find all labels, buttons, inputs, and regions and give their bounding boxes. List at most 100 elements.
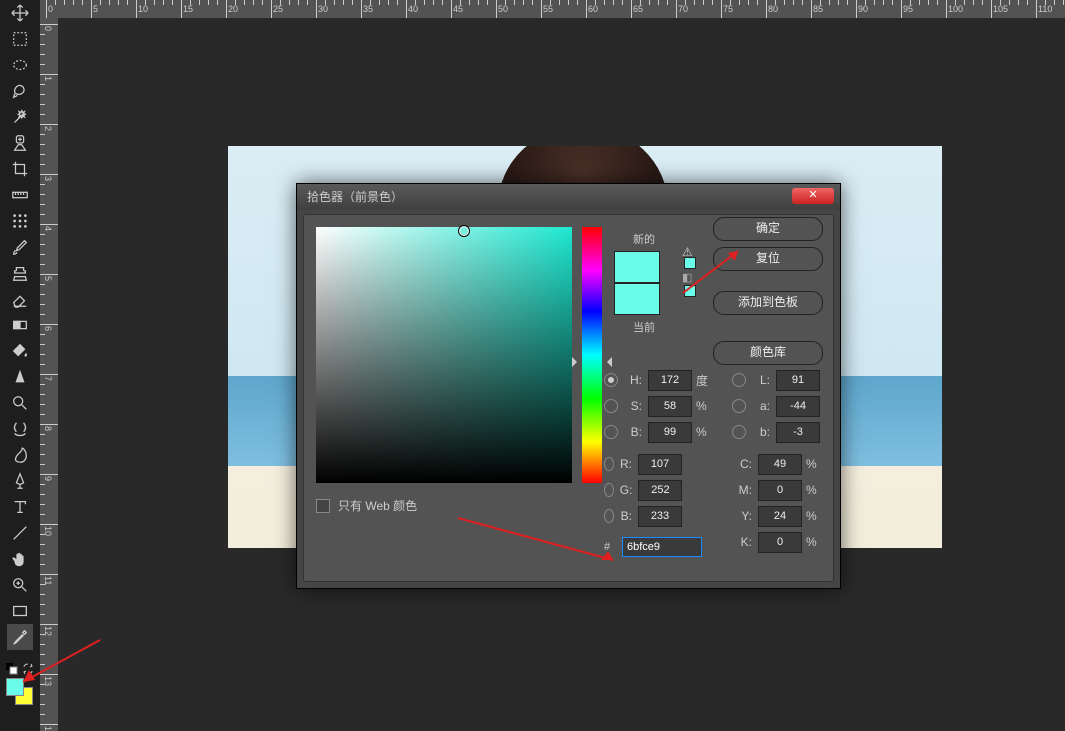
- unit-c: %: [806, 457, 824, 471]
- input-l[interactable]: [776, 370, 820, 391]
- label-b-hsb: B:: [624, 425, 642, 439]
- zoom-tool[interactable]: [7, 572, 33, 598]
- label-r: R:: [620, 457, 632, 471]
- unit-k: %: [806, 535, 824, 549]
- web-only-checkbox[interactable]: [316, 499, 330, 513]
- input-r[interactable]: [638, 454, 682, 475]
- radio-a[interactable]: [732, 399, 746, 413]
- radio-g[interactable]: [604, 483, 614, 497]
- label-a: a:: [752, 399, 770, 413]
- radio-h[interactable]: [604, 373, 618, 387]
- ruler-tool[interactable]: [7, 182, 33, 208]
- gamut-clip-swatch[interactable]: [684, 257, 696, 269]
- current-label: 当前: [614, 319, 674, 335]
- gradient-tool[interactable]: [7, 312, 33, 338]
- color-picker-dialog: 拾色器（前景色） ✕ 新的 当前 ⚠ ◧: [296, 183, 841, 589]
- ellipse-marquee-tool[interactable]: [7, 52, 33, 78]
- input-b-lab[interactable]: [776, 422, 820, 443]
- swatch-reset-row[interactable]: [6, 663, 38, 675]
- crop-tool[interactable]: [7, 156, 33, 182]
- input-b-hsb[interactable]: [648, 422, 692, 443]
- type-tool[interactable]: [7, 494, 33, 520]
- input-a[interactable]: [776, 396, 820, 417]
- pattern-stamp-tool[interactable]: [7, 208, 33, 234]
- rect-marquee-tool[interactable]: [7, 26, 33, 52]
- close-button[interactable]: ✕: [792, 188, 834, 204]
- hue-slider[interactable]: [582, 227, 602, 483]
- websafe-warning-icon[interactable]: ◧: [682, 271, 692, 284]
- new-color-swatch: [614, 251, 660, 283]
- web-only-row[interactable]: 只有 Web 颜色: [316, 497, 417, 514]
- hand-tool[interactable]: [7, 546, 33, 572]
- input-h[interactable]: [648, 370, 692, 391]
- tool-sidebar: [0, 0, 40, 731]
- label-s: S:: [624, 399, 642, 413]
- color-fields: H:度 L: S:% a: B:% b: R: C:%: [604, 367, 824, 555]
- vertical-ruler: 01234567891011121314: [40, 18, 59, 731]
- rectangle-tool[interactable]: [7, 598, 33, 624]
- label-k: K:: [734, 535, 752, 549]
- line-tool[interactable]: [7, 520, 33, 546]
- unit-y: %: [806, 509, 824, 523]
- dialog-title: 拾色器（前景色）: [307, 190, 403, 204]
- canvas-stage: 拾色器（前景色） ✕ 新的 当前 ⚠ ◧: [58, 18, 1065, 731]
- magic-wand-tool[interactable]: [7, 104, 33, 130]
- radio-b-lab[interactable]: [732, 425, 746, 439]
- smudge-tool[interactable]: [7, 442, 33, 468]
- dialog-titlebar[interactable]: 拾色器（前景色） ✕: [297, 184, 840, 210]
- label-b-rgb: B:: [620, 509, 632, 523]
- ok-button[interactable]: 确定: [713, 217, 823, 241]
- label-g: G:: [620, 483, 633, 497]
- brush-tool[interactable]: [7, 234, 33, 260]
- input-g[interactable]: [638, 480, 682, 501]
- label-c: C:: [734, 457, 752, 471]
- sharpen-tool[interactable]: [7, 364, 33, 390]
- sv-color-field[interactable]: [316, 227, 572, 483]
- clone-stamp-tool[interactable]: [7, 260, 33, 286]
- current-color-swatch[interactable]: [614, 283, 660, 315]
- radio-r[interactable]: [604, 457, 614, 471]
- input-y[interactable]: [758, 506, 802, 527]
- input-b-rgb[interactable]: [638, 506, 682, 527]
- input-s[interactable]: [648, 396, 692, 417]
- unit-h: 度: [696, 372, 714, 389]
- new-current-preview: 新的 当前: [614, 227, 674, 339]
- healing-brush-tool[interactable]: [7, 130, 33, 156]
- unit-s: %: [696, 399, 714, 413]
- hue-handle-left-icon: [572, 357, 582, 367]
- default-colors-icon[interactable]: [6, 663, 18, 675]
- swap-colors-icon[interactable]: [22, 663, 34, 675]
- eyedropper-tool[interactable]: [7, 624, 33, 650]
- lasso-tool[interactable]: [7, 78, 33, 104]
- dodge-tool[interactable]: [7, 390, 33, 416]
- color-swatches[interactable]: [6, 678, 36, 708]
- horizontal-ruler: 0510152025303540455055606570758085909510…: [40, 0, 1065, 19]
- radio-s[interactable]: [604, 399, 618, 413]
- dialog-body: 新的 当前 ⚠ ◧ 确定 复位 添加到色板 颜色库: [303, 214, 834, 582]
- radio-b-hsb[interactable]: [604, 425, 618, 439]
- color-library-button[interactable]: 颜色库: [713, 341, 823, 365]
- input-m[interactable]: [758, 480, 802, 501]
- websafe-clip-swatch[interactable]: [684, 285, 696, 297]
- burn-tool[interactable]: [7, 416, 33, 442]
- hex-input[interactable]: [622, 537, 702, 557]
- reset-button[interactable]: 复位: [713, 247, 823, 271]
- label-l: L:: [752, 373, 770, 387]
- unit-m: %: [806, 483, 824, 497]
- input-k[interactable]: [758, 532, 802, 553]
- foreground-color-swatch[interactable]: [6, 678, 24, 696]
- eraser-tool[interactable]: [7, 286, 33, 312]
- add-swatch-button[interactable]: 添加到色板: [713, 291, 823, 315]
- input-c[interactable]: [758, 454, 802, 475]
- hue-handle-right-icon: [602, 357, 612, 367]
- pen-tool[interactable]: [7, 468, 33, 494]
- hex-label: #: [604, 541, 622, 553]
- dialog-buttons: 确定 复位 添加到色板 颜色库: [713, 217, 823, 365]
- move-tool[interactable]: [7, 0, 33, 26]
- hex-row: #: [604, 537, 702, 557]
- radio-b-rgb[interactable]: [604, 509, 614, 523]
- web-only-label: 只有 Web 颜色: [338, 497, 417, 514]
- paint-bucket-tool[interactable]: [7, 338, 33, 364]
- label-h: H:: [624, 373, 642, 387]
- radio-l[interactable]: [732, 373, 746, 387]
